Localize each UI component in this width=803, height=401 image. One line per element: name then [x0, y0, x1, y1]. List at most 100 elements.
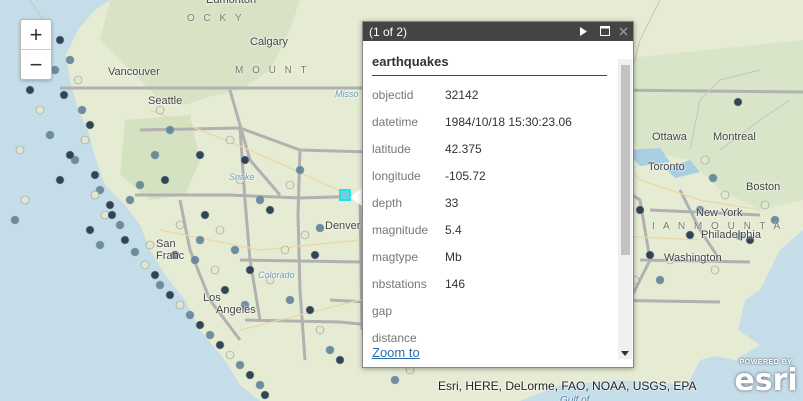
earthquake-point[interactable] — [700, 155, 710, 165]
attribute-name: gap — [372, 303, 393, 318]
earthquake-point[interactable] — [205, 330, 215, 340]
earthquake-point[interactable] — [245, 370, 255, 380]
zoom-out-button[interactable]: − — [21, 49, 51, 79]
earthquake-point[interactable] — [55, 35, 65, 45]
earthquake-point[interactable] — [390, 375, 400, 385]
attribute-name: longitude — [372, 168, 421, 183]
earthquake-point[interactable] — [255, 195, 265, 205]
next-arrow-icon[interactable] — [577, 25, 589, 37]
earthquake-point[interactable] — [90, 170, 100, 180]
esri-logo[interactable]: POWERED BY esri — [734, 359, 798, 397]
attribute-name: latitude — [372, 141, 411, 156]
earthquake-point[interactable] — [325, 345, 335, 355]
earthquake-point[interactable] — [295, 165, 305, 175]
zoom-in-button[interactable]: + — [21, 20, 51, 49]
earthquake-point[interactable] — [77, 105, 87, 115]
earthquake-point[interactable] — [210, 265, 220, 275]
earthquake-point[interactable] — [45, 130, 55, 140]
earthquake-point[interactable] — [240, 155, 250, 165]
earthquake-point[interactable] — [175, 220, 185, 230]
earthquake-point[interactable] — [155, 105, 165, 115]
earthquake-point[interactable] — [85, 225, 95, 235]
earthquake-point[interactable] — [300, 230, 310, 240]
earthquake-point[interactable] — [65, 55, 75, 65]
earthquake-point[interactable] — [200, 210, 210, 220]
earthquake-point[interactable] — [140, 260, 150, 270]
map-container[interactable]: Edmonton Calgary Vancouver Seattle San Franc L… — [0, 0, 803, 401]
earthquake-point[interactable] — [50, 65, 60, 75]
earthquake-point[interactable] — [25, 85, 35, 95]
earthquake-point[interactable] — [195, 320, 205, 330]
earthquake-point[interactable] — [285, 180, 295, 190]
earthquake-point[interactable] — [230, 245, 240, 255]
earthquake-point[interactable] — [155, 280, 165, 290]
zoom-to-link[interactable]: Zoom to — [372, 345, 420, 360]
earthquake-point[interactable] — [190, 255, 200, 265]
earthquake-point[interactable] — [120, 235, 130, 245]
earthquake-point[interactable] — [35, 105, 45, 115]
earthquake-point[interactable] — [65, 150, 75, 160]
earthquake-point[interactable] — [20, 195, 30, 205]
earthquake-point[interactable] — [90, 190, 100, 200]
earthquake-point[interactable] — [80, 135, 90, 145]
earthquake-point[interactable] — [215, 225, 225, 235]
earthquake-point[interactable] — [225, 350, 235, 360]
earthquake-point[interactable] — [265, 205, 275, 215]
earthquake-point[interactable] — [185, 310, 195, 320]
earthquake-point[interactable] — [710, 265, 720, 275]
earthquake-point[interactable] — [235, 360, 245, 370]
earthquake-point[interactable] — [130, 247, 140, 257]
earthquake-point[interactable] — [305, 305, 315, 315]
earthquake-point[interactable] — [315, 325, 325, 335]
maximize-icon[interactable] — [599, 25, 611, 37]
map-label: Calgary — [250, 36, 288, 48]
earthquake-point[interactable] — [10, 215, 20, 225]
earthquake-point[interactable] — [280, 245, 290, 255]
earthquake-point[interactable] — [135, 180, 145, 190]
earthquake-point[interactable] — [708, 173, 718, 183]
earthquake-point[interactable] — [165, 290, 175, 300]
earthquake-point[interactable] — [215, 340, 225, 350]
earthquake-point[interactable] — [59, 90, 69, 100]
earthquake-point[interactable] — [125, 195, 135, 205]
earthquake-point[interactable] — [195, 235, 205, 245]
earthquake-point[interactable] — [55, 175, 65, 185]
earthquake-point[interactable] — [760, 200, 770, 210]
close-icon[interactable] — [617, 25, 629, 37]
earthquake-point[interactable] — [255, 380, 265, 390]
earthquake-point[interactable] — [315, 223, 325, 233]
earthquake-point[interactable] — [85, 120, 95, 130]
earthquake-point[interactable] — [145, 240, 155, 250]
earthquake-point[interactable] — [733, 97, 743, 107]
earthquake-point[interactable] — [73, 75, 83, 85]
earthquake-point[interactable] — [150, 150, 160, 160]
earthquake-point[interactable] — [655, 275, 665, 285]
earthquake-point[interactable] — [225, 135, 235, 145]
earthquake-point[interactable] — [195, 150, 205, 160]
scrollbar-thumb[interactable] — [621, 65, 630, 255]
earthquake-point[interactable] — [115, 220, 125, 230]
earthquake-point[interactable] — [220, 285, 230, 295]
earthquake-point[interactable] — [160, 175, 170, 185]
earthquake-point[interactable] — [645, 250, 655, 260]
earthquake-point[interactable] — [685, 230, 695, 240]
earthquake-point[interactable] — [165, 125, 175, 135]
earthquake-point[interactable] — [175, 300, 185, 310]
scroll-down-icon[interactable] — [621, 351, 629, 356]
earthquake-point[interactable] — [285, 295, 295, 305]
popup-scrollbar[interactable] — [618, 59, 632, 359]
earthquake-point[interactable] — [720, 190, 730, 200]
selected-earthquake-marker[interactable] — [339, 189, 351, 201]
earthquake-point[interactable] — [105, 200, 115, 210]
earthquake-point[interactable] — [260, 390, 270, 400]
attribute-value: 42.375 — [445, 141, 482, 156]
earthquake-point[interactable] — [635, 205, 645, 215]
earthquake-point[interactable] — [310, 250, 320, 260]
earthquake-point[interactable] — [95, 240, 105, 250]
earthquake-point[interactable] — [107, 210, 117, 220]
earthquake-point[interactable] — [15, 145, 25, 155]
earthquake-point[interactable] — [245, 265, 255, 275]
earthquake-point[interactable] — [150, 270, 160, 280]
popup-heading: earthquakes — [372, 54, 607, 76]
earthquake-point[interactable] — [335, 355, 345, 365]
